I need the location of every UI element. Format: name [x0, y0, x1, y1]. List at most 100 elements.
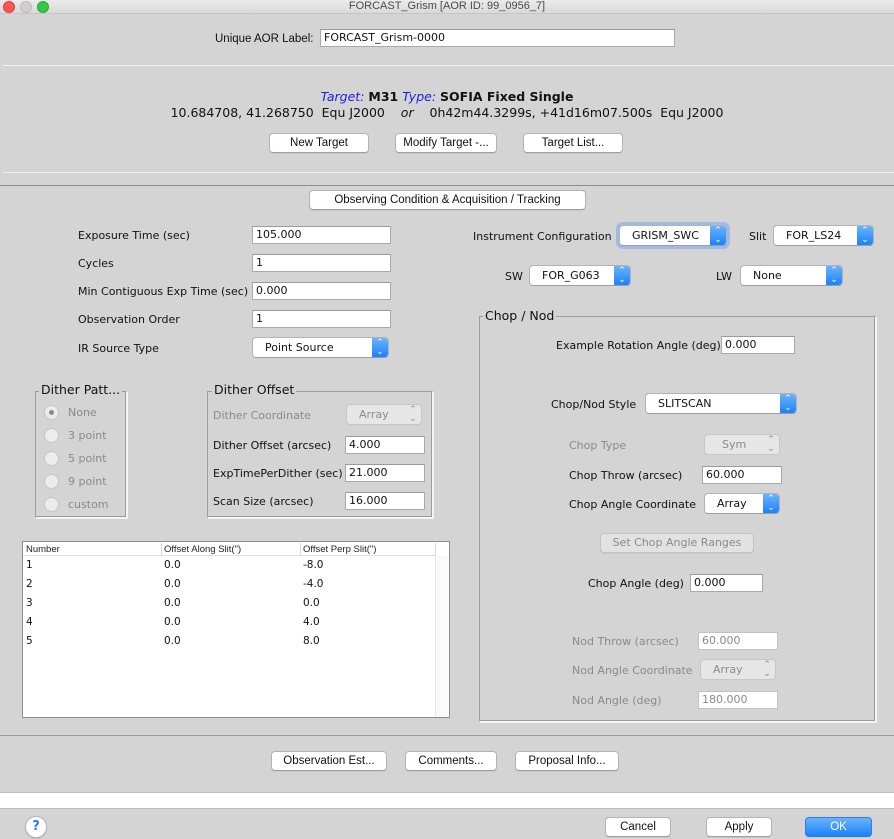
dither-pattern-title: Dither Patt...	[39, 382, 123, 397]
chop-nod-title: Chop / Nod	[483, 308, 557, 323]
table-cell: 0.0	[164, 616, 181, 628]
rotation-angle-label: Example Rotation Angle (deg)	[556, 339, 721, 352]
instrument-config-label: Instrument Configuration	[473, 230, 612, 243]
table-row[interactable]: 4 0.0 4.0	[23, 613, 435, 632]
dither-radio-5point-label: 5 point	[68, 452, 107, 465]
observation-order-input[interactable]: 1	[252, 310, 391, 328]
exposure-time-label: Exposure Time (sec)	[78, 229, 190, 242]
scan-size-input[interactable]: 16.000	[345, 492, 425, 510]
exposure-time-input[interactable]: 105.000	[252, 226, 391, 244]
table-cell: 3	[26, 597, 33, 609]
min-contig-exp-input[interactable]: 0.000	[252, 282, 391, 300]
chop-type-value: Sym	[722, 438, 747, 451]
updown-chevron-icon: ⌃ ⌄	[857, 226, 873, 245]
chop-throw-input[interactable]: 60.000	[702, 466, 782, 484]
dither-radio-custom-label: custom	[68, 498, 109, 511]
help-button[interactable]: ?	[25, 816, 47, 838]
dither-radio-custom[interactable]	[44, 497, 59, 512]
offset-table: Number Offset Along Slit(") Offset Perp …	[22, 541, 450, 718]
nod-angle-label: Nod Angle (deg)	[572, 694, 662, 707]
sw-value: FOR_G063	[542, 269, 600, 282]
table-cell: 4	[26, 616, 33, 628]
table-row[interactable]: 2 0.0 -4.0	[23, 575, 435, 594]
ok-button[interactable]: OK	[805, 817, 872, 837]
coords-sexagesimal: 0h42m44.3299s, +41d16m07.500s Equ J2000	[429, 105, 724, 120]
chop-angle-label: Chop Angle (deg)	[588, 577, 684, 590]
section-divider	[0, 185, 894, 186]
dither-coordinate-select[interactable]: Array ⌃ ⌄	[346, 404, 422, 425]
nod-throw-input[interactable]: 60.000	[698, 632, 778, 650]
slit-select[interactable]: FOR_LS24 ⌃ ⌄	[773, 225, 874, 246]
chop-nod-style-select[interactable]: SLITSCAN ⌃ ⌄	[645, 393, 797, 414]
updown-chevron-icon: ⌃ ⌄	[409, 405, 417, 424]
ir-source-type-value: Point Source	[265, 341, 334, 354]
chop-angle-input[interactable]: 0.000	[690, 574, 763, 592]
dither-radio-5point[interactable]	[44, 451, 59, 466]
updown-chevron-icon: ⌃ ⌄	[763, 494, 779, 513]
chop-angle-coord-select[interactable]: Array ⌃ ⌄	[704, 493, 780, 514]
proposal-info-button[interactable]: Proposal Info...	[515, 751, 619, 771]
updown-chevron-icon: ⌃ ⌄	[614, 266, 630, 285]
column-header-number[interactable]: Number	[26, 543, 162, 556]
new-target-button[interactable]: New Target	[269, 133, 369, 153]
chop-throw-label: Chop Throw (arcsec)	[569, 469, 683, 482]
section-divider	[0, 735, 894, 736]
dither-coordinate-value: Array	[359, 408, 389, 421]
column-header-offset-along[interactable]: Offset Along Slit(")	[162, 543, 301, 556]
table-row[interactable]: 5 0.0 8.0	[23, 632, 435, 651]
table-cell: 0.0	[164, 559, 181, 571]
updown-chevron-icon: ⌃ ⌄	[826, 266, 842, 285]
dither-radio-none[interactable]	[44, 405, 59, 420]
coords-or: or	[400, 105, 414, 120]
modify-target-button[interactable]: Modify Target -...	[395, 133, 497, 153]
dither-radio-3point[interactable]	[44, 428, 59, 443]
chop-type-select[interactable]: Sym ⌃ ⌄	[704, 434, 780, 455]
set-chop-angle-ranges-button[interactable]: Set Chop Angle Ranges	[600, 533, 754, 553]
exp-per-dither-input[interactable]: 21.000	[345, 464, 425, 482]
column-header-offset-perp[interactable]: Offset Perp Slit(")	[301, 543, 436, 556]
instrument-config-select[interactable]: GRISM_SWC ⌃ ⌄	[619, 225, 727, 246]
table-header: Number Offset Along Slit(") Offset Perp …	[23, 542, 436, 556]
target-name: M31	[368, 89, 399, 104]
table-row[interactable]: 1 0.0 -8.0	[23, 556, 435, 575]
scan-size-label: Scan Size (arcsec)	[213, 495, 314, 508]
min-contig-exp-label: Min Contiguous Exp Time (sec)	[78, 285, 249, 298]
table-row[interactable]: 3 0.0 0.0	[23, 594, 435, 613]
table-cell: -8.0	[303, 559, 324, 571]
ir-source-type-select[interactable]: Point Source ⌃ ⌄	[252, 337, 389, 358]
dither-offset-label: Dither Offset (arcsec)	[213, 439, 332, 452]
comments-button[interactable]: Comments...	[405, 751, 497, 771]
table-cell: 2	[26, 578, 33, 590]
dither-radio-9point[interactable]	[44, 474, 59, 489]
dither-radio-9point-label: 9 point	[68, 475, 107, 488]
updown-chevron-icon: ⌃ ⌄	[780, 394, 796, 413]
sw-select[interactable]: FOR_G063 ⌃ ⌄	[529, 265, 631, 286]
table-scrollbar[interactable]	[435, 556, 449, 717]
lw-select[interactable]: None ⌃ ⌄	[740, 265, 843, 286]
apply-button[interactable]: Apply	[706, 817, 772, 837]
nod-angle-coord-value: Array	[713, 663, 743, 676]
cancel-button[interactable]: Cancel	[605, 817, 671, 837]
lw-label: LW	[716, 270, 732, 283]
nod-angle-input[interactable]: 180.000	[698, 691, 778, 709]
observation-est-button[interactable]: Observation Est...	[271, 751, 387, 771]
target-list-button[interactable]: Target List...	[523, 133, 623, 153]
nod-angle-coord-label: Nod Angle Coordinate	[572, 664, 693, 677]
dither-offset-input[interactable]: 4.000	[345, 436, 425, 454]
cycles-input[interactable]: 1	[252, 254, 391, 272]
cycles-label: Cycles	[78, 257, 114, 270]
rotation-angle-input[interactable]: 0.000	[721, 336, 795, 354]
coords-decimal: 10.684708, 41.268750 Equ J2000	[170, 105, 385, 120]
observing-condition-button[interactable]: Observing Condition & Acquisition / Trac…	[309, 190, 586, 210]
updown-chevron-icon: ⌃ ⌄	[710, 226, 726, 245]
aor-label-input[interactable]: FORCAST_Grism-0000	[320, 29, 675, 47]
type-prefix: Type:	[402, 89, 437, 104]
updown-chevron-icon: ⌃ ⌄	[372, 338, 388, 357]
sw-label: SW	[505, 270, 523, 283]
status-bar	[0, 792, 894, 809]
target-type: SOFIA Fixed Single	[440, 89, 574, 104]
nod-angle-coord-select[interactable]: Array ⌃ ⌄	[700, 659, 776, 680]
table-cell: 0.0	[303, 597, 320, 609]
ir-source-type-label: IR Source Type	[78, 342, 159, 355]
table-cell: 8.0	[303, 635, 320, 647]
